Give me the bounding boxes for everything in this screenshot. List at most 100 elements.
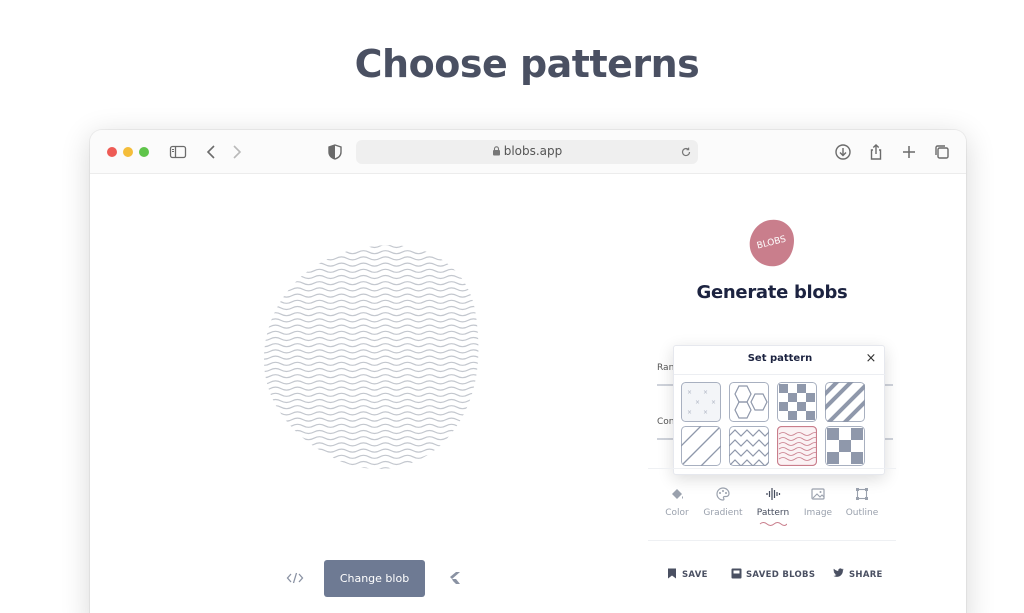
- browser-window: blobs.app Change blob BLOBS Generate blo…: [90, 130, 966, 613]
- url-label: blobs.app: [503, 144, 563, 158]
- blob-wave-line: [264, 256, 479, 261]
- change-blob-button[interactable]: Change blob: [324, 560, 425, 597]
- pattern-zigzag[interactable]: [729, 426, 769, 466]
- tab-label: Pattern: [756, 508, 790, 518]
- blob-wave-line: [264, 460, 479, 466]
- outline-icon: [856, 488, 868, 500]
- blob-wave-line: [264, 287, 479, 292]
- tab-overview-icon[interactable]: [932, 142, 952, 162]
- downloads-icon[interactable]: [833, 142, 853, 162]
- blob-wave-line: [264, 448, 479, 453]
- blob-wave-line: [264, 349, 479, 354]
- palette-icon: [716, 487, 730, 501]
- minimize-window-button[interactable]: [123, 147, 133, 157]
- blob-wave-line: [264, 367, 479, 373]
- blob-wave-line: [264, 330, 479, 335]
- svg-text:×: ×: [687, 389, 692, 396]
- blob-wave-line: [264, 250, 479, 255]
- blob-wave-line: [264, 380, 479, 385]
- active-tab-indicator: [759, 522, 787, 526]
- blob-wave-line: [264, 324, 479, 329]
- forward-icon[interactable]: [227, 142, 247, 162]
- blob-wave-line: [264, 274, 479, 280]
- blob-wave-line: [264, 312, 479, 317]
- address-bar[interactable]: blobs.app: [356, 140, 698, 164]
- tab-label: Image: [803, 508, 833, 518]
- share-label: SHARE: [849, 570, 883, 580]
- blob-wave-line: [264, 392, 479, 397]
- blob-wave-line: [264, 318, 479, 323]
- popup-title: Set pattern: [747, 353, 813, 364]
- back-icon[interactable]: [201, 142, 221, 162]
- set-pattern-popup: Set pattern × × × × × × ×: [673, 345, 886, 475]
- pattern-hexagons[interactable]: [729, 382, 769, 422]
- blob-wave-line: [264, 293, 479, 298]
- zoom-window-button[interactable]: [139, 147, 149, 157]
- save-label: SAVE: [682, 570, 708, 580]
- blob-wave-line: [264, 417, 479, 422]
- blob-wave-line: [264, 343, 479, 348]
- share-icon[interactable]: [866, 142, 886, 162]
- saved-blobs-icon: [731, 568, 742, 579]
- svg-text:×: ×: [703, 389, 708, 396]
- new-tab-icon[interactable]: [899, 142, 919, 162]
- pattern-thin-diagonals[interactable]: [681, 426, 721, 466]
- code-icon[interactable]: [286, 570, 304, 586]
- pattern-dots[interactable]: × × × × × ×: [681, 382, 721, 422]
- svg-text:×: ×: [687, 409, 692, 416]
- tabs-divider-top: [648, 468, 896, 469]
- blob-wave-line: [264, 454, 479, 459]
- blobs-logo: BLOBS: [749, 219, 794, 267]
- blob-wave-line: [264, 299, 479, 304]
- blob-wave-line: [264, 268, 479, 273]
- blob-wave-line: [264, 386, 479, 391]
- tab-pattern[interactable]: Pattern: [750, 486, 796, 527]
- tab-label: Color: [665, 508, 689, 518]
- blob-wave-line: [264, 361, 479, 366]
- blob-wave-line: [264, 374, 479, 379]
- tab-gradient[interactable]: Gradient: [700, 486, 746, 518]
- tab-color[interactable]: Color: [654, 486, 700, 518]
- blob-wave-line: [264, 442, 479, 447]
- blob-wave-line: [264, 429, 479, 435]
- pattern-large-checkers[interactable]: [825, 426, 865, 466]
- randomness-label: Ran: [657, 363, 675, 373]
- blob-wave-line: [264, 467, 479, 469]
- svg-text:×: ×: [703, 409, 708, 416]
- tab-label: Gradient: [703, 508, 743, 518]
- blob-wave-line: [264, 336, 479, 342]
- blob-wave-line: [264, 398, 479, 404]
- privacy-shield-icon[interactable]: [325, 142, 345, 162]
- page-headline: Choose patterns: [354, 42, 700, 86]
- flutter-icon[interactable]: [446, 570, 462, 586]
- pattern-checkers[interactable]: [777, 382, 817, 422]
- sidebar-icon[interactable]: [168, 142, 188, 162]
- pattern-diagonal-stripes[interactable]: [825, 382, 865, 422]
- paint-bucket-icon: [672, 489, 683, 499]
- tab-image[interactable]: Image: [795, 486, 841, 518]
- blob-wave-line: [264, 262, 479, 267]
- browser-toolbar: blobs.app: [90, 130, 966, 174]
- twitter-icon: [833, 568, 844, 577]
- panel-title: Generate blobs: [696, 282, 848, 303]
- lock-icon: [492, 146, 500, 156]
- image-icon: [811, 488, 825, 500]
- pattern-waves-selected[interactable]: [777, 426, 817, 466]
- blob-wave-line: [264, 281, 479, 286]
- blob-wave-line: [264, 405, 479, 410]
- close-icon[interactable]: ×: [864, 352, 878, 366]
- blob-wave-line: [264, 245, 479, 249]
- reload-icon[interactable]: [680, 146, 692, 158]
- tabs-divider-bottom: [648, 540, 896, 541]
- blob-wave-line: [264, 436, 479, 441]
- blob-wave-pattern: [264, 245, 479, 469]
- svg-text:×: ×: [695, 399, 700, 406]
- page-content: Change blob BLOBS Generate blobs Ran Con…: [90, 174, 966, 613]
- close-window-button[interactable]: [107, 147, 117, 157]
- complexity-label: Con: [657, 417, 675, 427]
- tab-label: Outline: [845, 508, 879, 518]
- svg-text:×: ×: [711, 399, 716, 406]
- tab-outline[interactable]: Outline: [839, 486, 885, 518]
- blob-wave-line: [264, 423, 479, 428]
- saved-blobs-label: SAVED BLOBS: [746, 570, 816, 580]
